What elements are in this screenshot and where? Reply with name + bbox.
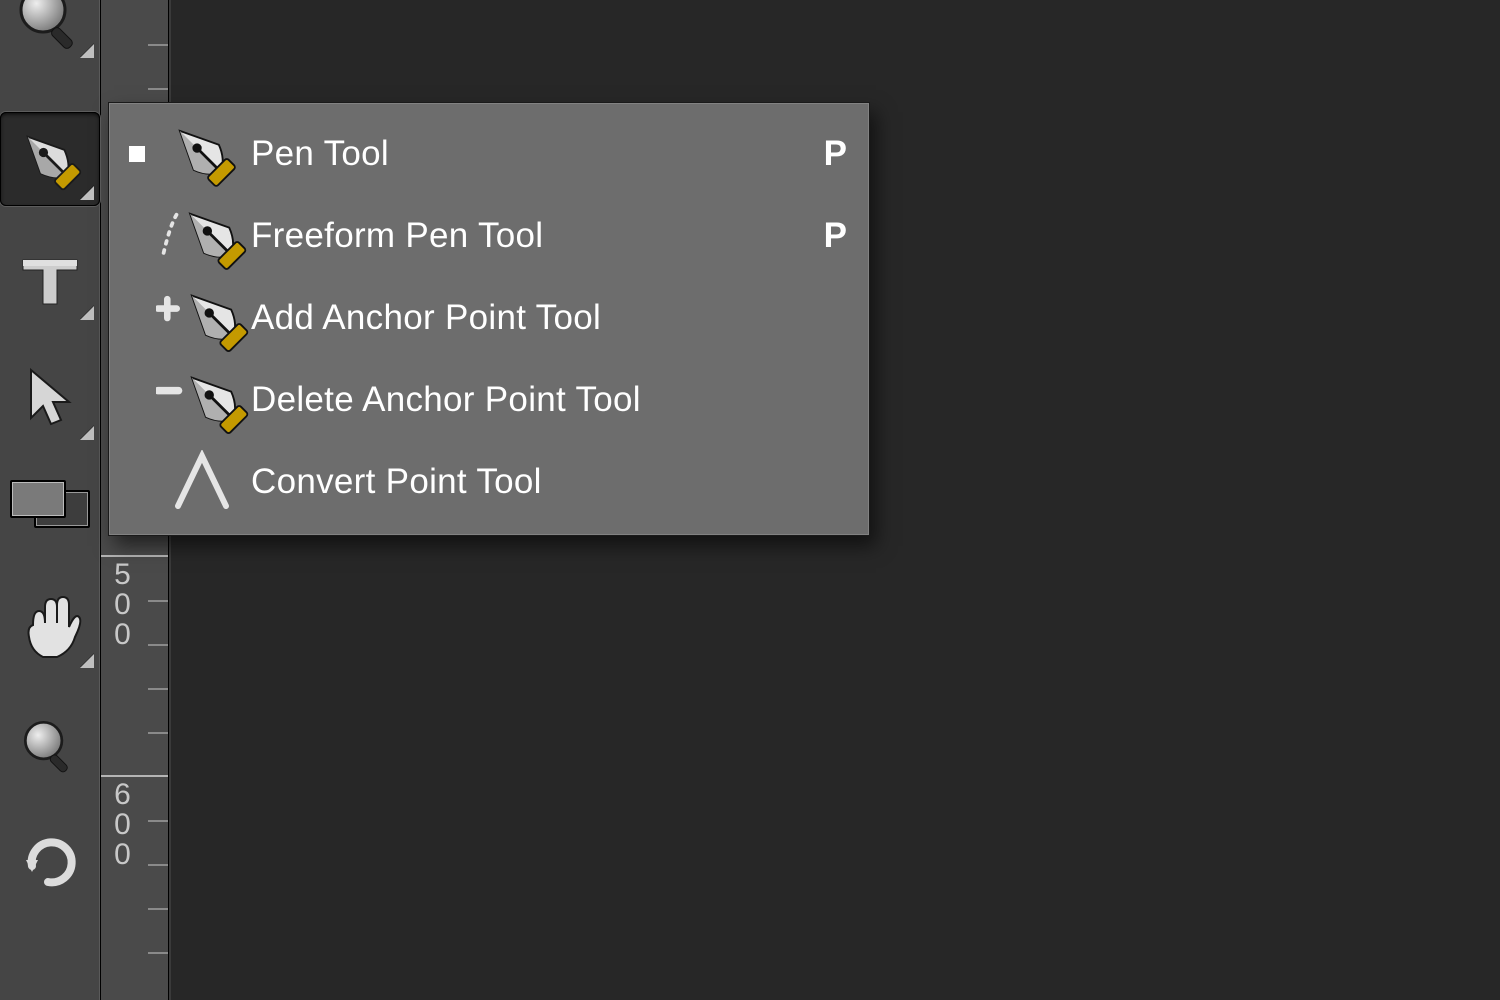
ruler-tick-minor (148, 600, 168, 602)
tool-slot-hand[interactable] (0, 580, 100, 674)
flyout-item-pen-tool[interactable]: Pen Tool P (109, 113, 869, 195)
ruler-label-500-b: 0 (114, 590, 132, 620)
ruler-tick-minor (148, 644, 168, 646)
add-anchor-icon (155, 282, 251, 354)
flyout-item-add-anchor[interactable]: Add Anchor Point Tool (109, 277, 869, 359)
flyout-item-shortcut: P (807, 134, 847, 174)
flyout-indicator-icon (80, 44, 94, 58)
ruler-tick-major (100, 775, 168, 777)
tool-slot-type[interactable] (0, 232, 100, 326)
ruler-tick-major (100, 555, 168, 557)
tool-slot-pen[interactable] (0, 112, 100, 206)
tools-panel (0, 0, 101, 1000)
flyout-item-label: Convert Point Tool (251, 462, 807, 502)
tool-slot-zoom[interactable] (0, 700, 100, 794)
ruler-tick-minor (148, 688, 168, 690)
flyout-item-delete-anchor[interactable]: Delete Anchor Point Tool (109, 359, 869, 441)
rotate-icon (0, 815, 100, 909)
selected-marker-icon (129, 146, 145, 162)
ruler-label-500-c: 0 (114, 620, 132, 650)
ruler-tick-minor (148, 864, 168, 866)
ruler-tick-minor (148, 908, 168, 910)
delete-anchor-icon (155, 364, 251, 436)
ruler-tick-minor (148, 732, 168, 734)
pen-nib-icon (155, 118, 251, 190)
flyout-item-label: Delete Anchor Point Tool (251, 380, 807, 420)
pen-tool-flyout: Pen Tool P Freeform Pen Tool P (108, 102, 870, 536)
ruler-label-600-a: 6 (114, 780, 132, 810)
ruler-label-500-a: 5 (114, 560, 132, 590)
flyout-item-freeform-pen-tool[interactable]: Freeform Pen Tool P (109, 195, 869, 277)
ruler-label-600-c: 0 (114, 840, 132, 870)
tool-slot-magnifier-partial[interactable] (0, 0, 100, 64)
ruler-label-500: 5 0 0 (108, 560, 138, 650)
foreground-color-swatch[interactable] (10, 480, 66, 518)
flyout-item-label: Freeform Pen Tool (251, 216, 807, 256)
ruler-label-600-b: 0 (114, 810, 132, 840)
convert-point-icon (155, 446, 251, 518)
selected-marker (119, 146, 155, 162)
magnifier-icon (0, 700, 100, 794)
ruler-label-600: 6 0 0 (108, 780, 138, 870)
ruler-tick-minor (148, 952, 168, 954)
flyout-item-label: Add Anchor Point Tool (251, 298, 807, 338)
color-swatch[interactable] (10, 480, 90, 526)
flyout-indicator-icon (80, 426, 94, 440)
ruler-tick-minor (148, 820, 168, 822)
freeform-pen-icon (155, 200, 251, 272)
ruler-tick-minor (148, 88, 168, 90)
ruler-tick-minor (148, 44, 168, 46)
flyout-item-shortcut: P (807, 216, 847, 256)
flyout-indicator-icon (80, 306, 94, 320)
tool-slot-rotate-view[interactable] (0, 815, 100, 909)
flyout-item-label: Pen Tool (251, 134, 807, 174)
flyout-indicator-icon (80, 654, 94, 668)
flyout-indicator-icon (80, 186, 94, 200)
tool-slot-path-select[interactable] (0, 352, 100, 446)
flyout-item-convert-point[interactable]: Convert Point Tool (109, 441, 869, 523)
